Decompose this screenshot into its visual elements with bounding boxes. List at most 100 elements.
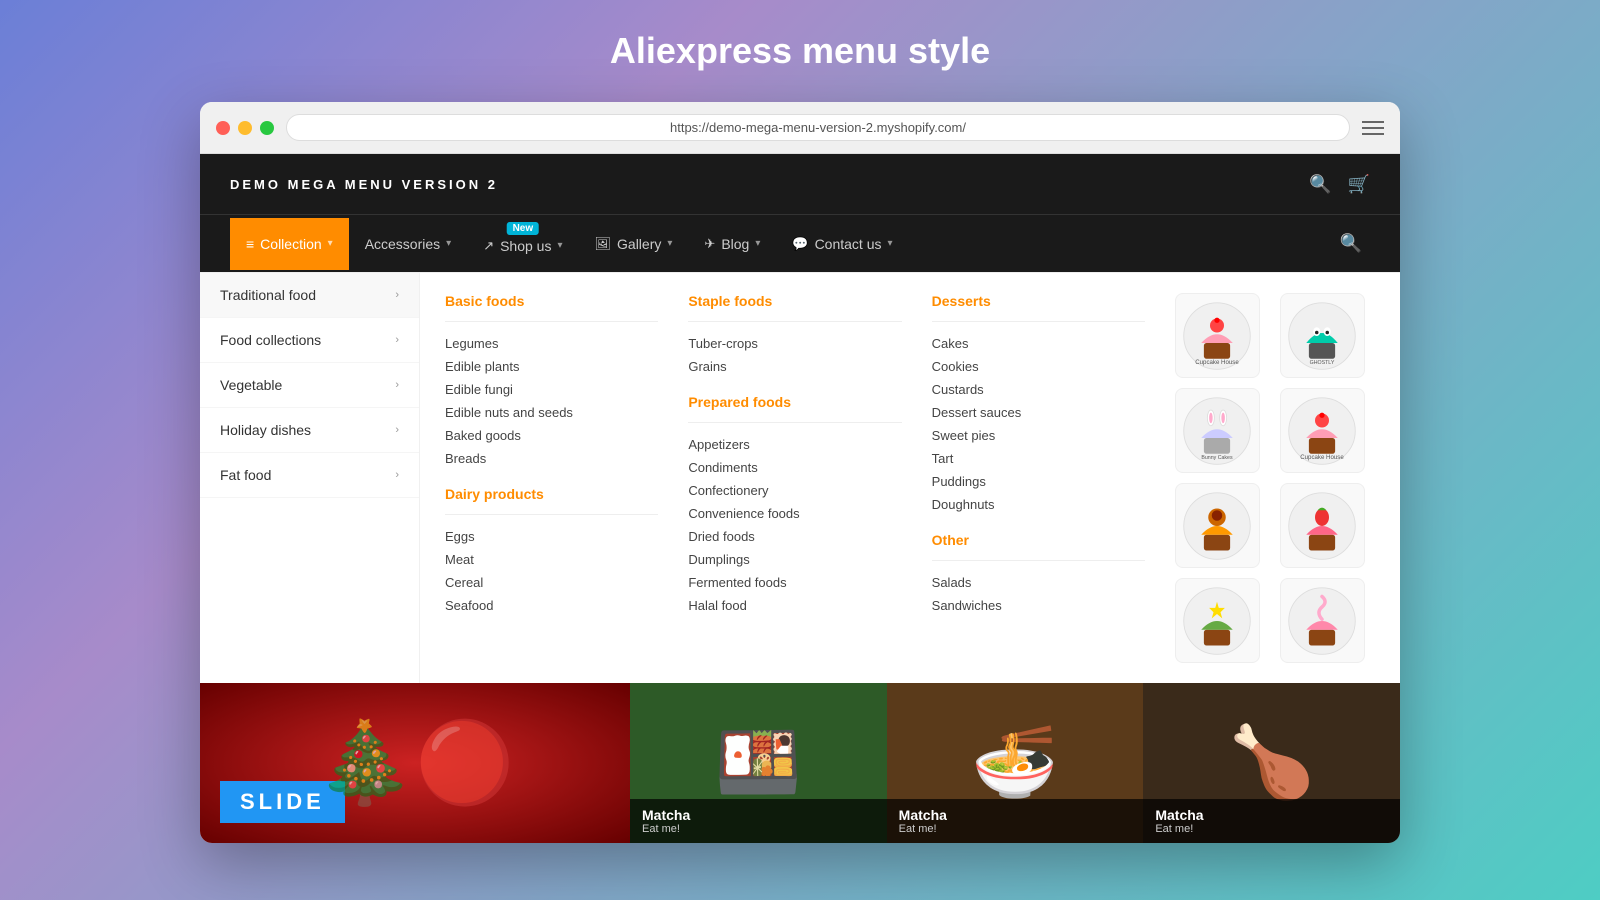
cart-nav-icon[interactable]: 🛒: [1348, 174, 1370, 195]
mega-menu-dropdown: Traditional food › Food collections › Ve…: [200, 272, 1400, 683]
menu-item-contact[interactable]: 💬 Contact us ▾: [776, 218, 908, 270]
col1-divider2: [445, 514, 658, 515]
col2-title: Staple foods: [688, 293, 901, 309]
shopus-chevron: ▾: [557, 240, 562, 251]
menu-item-gallery[interactable]: 🖼 Gallery ▾: [579, 218, 689, 270]
sidebar-item-vegetable[interactable]: Vegetable ›: [200, 363, 419, 408]
sidebar-item-holiday-dishes[interactable]: Holiday dishes ›: [200, 408, 419, 453]
link-edible-fungi[interactable]: Edible fungi: [445, 378, 658, 401]
menu-item-blog[interactable]: ✈ Blog ▾: [688, 218, 776, 270]
search-nav-icon[interactable]: 🔍: [1309, 174, 1331, 195]
close-dot[interactable]: [216, 121, 230, 135]
link-edible-plants[interactable]: Edible plants: [445, 355, 658, 378]
cupcake-img-3[interactable]: Bunny Cakes: [1175, 388, 1260, 473]
link-breads[interactable]: Breads: [445, 447, 658, 470]
blog-icon: ✈: [704, 236, 715, 252]
link-dessert-sauces[interactable]: Dessert sauces: [932, 401, 1145, 424]
accessories-label: Accessories: [365, 236, 440, 252]
collection-list-icon: ≡: [246, 236, 254, 252]
menu-column-staple: Staple foods Tuber-crops Grains Prepared…: [688, 293, 901, 663]
link-baked-goods[interactable]: Baked goods: [445, 424, 658, 447]
cupcake-img-1[interactable]: Cupcake House: [1175, 293, 1260, 378]
brand-name: DEMO MEGA MENU VERSION 2: [230, 177, 498, 192]
sidebar-traditional-label: Traditional food: [220, 287, 316, 303]
menu-item-shopus[interactable]: New ↗ Shop us ▾: [467, 216, 578, 272]
svg-text:GHOSTLY: GHOSTLY: [1310, 360, 1335, 366]
sidebar-arrow-1: ›: [395, 289, 399, 301]
link-custards[interactable]: Custards: [932, 378, 1145, 401]
nav-icons: 🔍 🛒: [1309, 174, 1370, 195]
slide-bg: 🎄🔴 SLIDE: [200, 683, 630, 843]
collection-label: Collection: [260, 236, 321, 252]
food-img-1: 🍱 Matcha Eat me!: [630, 683, 887, 843]
cupcake-img-8[interactable]: [1280, 578, 1365, 663]
cupcake-img-5[interactable]: [1175, 483, 1260, 568]
shopus-icon: ↗: [483, 238, 494, 254]
sidebar-item-traditional-food[interactable]: Traditional food ›: [200, 273, 419, 318]
link-edible-nuts[interactable]: Edible nuts and seeds: [445, 401, 658, 424]
link-grains[interactable]: Grains: [688, 355, 901, 378]
link-seafood[interactable]: Seafood: [445, 594, 658, 617]
hamburger-icon[interactable]: [1362, 121, 1384, 135]
menu-search-icon[interactable]: 🔍: [1332, 215, 1370, 272]
food-caption-2: Matcha Eat me!: [887, 799, 1144, 843]
maximize-dot[interactable]: [260, 121, 274, 135]
link-dried-foods[interactable]: Dried foods: [688, 525, 901, 548]
sidebar-item-food-collections[interactable]: Food collections ›: [200, 318, 419, 363]
col2-divider2: [688, 422, 901, 423]
link-confectionery[interactable]: Confectionery: [688, 479, 901, 502]
link-eggs[interactable]: Eggs: [445, 525, 658, 548]
link-fermented-foods[interactable]: Fermented foods: [688, 571, 901, 594]
contact-icon: 💬: [792, 236, 808, 252]
sidebar-arrow-5: ›: [395, 469, 399, 481]
link-sandwiches[interactable]: Sandwiches: [932, 594, 1145, 617]
link-doughnuts[interactable]: Doughnuts: [932, 493, 1145, 516]
link-cereal[interactable]: Cereal: [445, 571, 658, 594]
food-title-2: Matcha: [899, 807, 1132, 823]
col1-title: Basic foods: [445, 293, 658, 309]
sidebar-arrow-2: ›: [395, 334, 399, 346]
menu-item-accessories[interactable]: Accessories ▾: [349, 218, 468, 270]
link-convenience-foods[interactable]: Convenience foods: [688, 502, 901, 525]
link-dumplings[interactable]: Dumplings: [688, 548, 901, 571]
page-title: Aliexpress menu style: [610, 30, 990, 72]
link-puddings[interactable]: Puddings: [932, 470, 1145, 493]
cupcake-img-6[interactable]: [1280, 483, 1365, 568]
sidebar-food-collections-label: Food collections: [220, 332, 321, 348]
cupcake-images-column: Cupcake House GHOSTLY: [1175, 293, 1375, 663]
sidebar-arrow-4: ›: [395, 424, 399, 436]
menu-item-collection[interactable]: ≡ Collection ▾: [230, 218, 349, 270]
link-appetizers[interactable]: Appetizers: [688, 433, 901, 456]
link-condiments[interactable]: Condiments: [688, 456, 901, 479]
food-img-2: 🍜 Matcha Eat me!: [887, 683, 1144, 843]
link-cakes[interactable]: Cakes: [932, 332, 1145, 355]
col2-divider: [688, 321, 901, 322]
top-navbar: DEMO MEGA MENU VERSION 2 🔍 🛒: [200, 154, 1400, 214]
link-salads[interactable]: Salads: [932, 571, 1145, 594]
cupcake-img-4[interactable]: Cupcake House: [1280, 388, 1365, 473]
blog-label: Blog: [721, 236, 749, 252]
col3-title2: Other: [932, 532, 1145, 548]
accessories-chevron: ▾: [446, 238, 451, 249]
link-meat[interactable]: Meat: [445, 548, 658, 571]
link-sweet-pies[interactable]: Sweet pies: [932, 424, 1145, 447]
content-area: 🎄🔴 SLIDE 🍱 Matcha Eat me! 🍜 Matcha Eat m…: [200, 683, 1400, 843]
cupcake-img-7[interactable]: [1175, 578, 1260, 663]
menu-column-basic: Basic foods Legumes Edible plants Edible…: [445, 293, 658, 663]
link-halal-food[interactable]: Halal food: [688, 594, 901, 617]
gallery-label: Gallery: [617, 236, 661, 252]
link-tuber-crops[interactable]: Tuber-crops: [688, 332, 901, 355]
link-tart[interactable]: Tart: [932, 447, 1145, 470]
link-cookies[interactable]: Cookies: [932, 355, 1145, 378]
sidebar-vegetable-label: Vegetable: [220, 377, 282, 393]
link-legumes[interactable]: Legumes: [445, 332, 658, 355]
blog-chevron: ▾: [755, 238, 760, 249]
gallery-icon: 🖼: [595, 236, 612, 252]
food-title-1: Matcha: [642, 807, 875, 823]
col3-divider: [932, 321, 1145, 322]
slide-area: 🎄🔴 SLIDE: [200, 683, 630, 843]
cupcake-img-2[interactable]: GHOSTLY: [1280, 293, 1365, 378]
sidebar-item-fat-food[interactable]: Fat food ›: [200, 453, 419, 498]
minimize-dot[interactable]: [238, 121, 252, 135]
address-bar[interactable]: https://demo-mega-menu-version-2.myshopi…: [286, 114, 1350, 141]
